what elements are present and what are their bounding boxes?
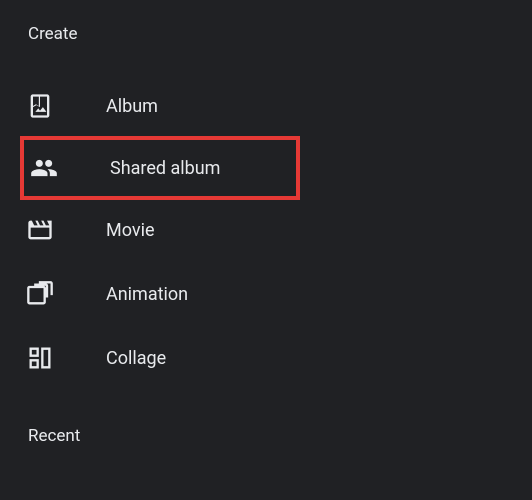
menu-label-movie: Movie [106,220,155,241]
menu-label-collage: Collage [106,348,166,369]
menu-item-animation[interactable]: Animation [24,262,532,326]
collage-icon [26,344,66,372]
recent-section-header: Recent [28,426,532,446]
menu-item-album[interactable]: Album [24,74,532,138]
menu-item-shared-album[interactable]: Shared album [20,136,300,200]
animation-icon [26,280,66,308]
menu-item-collage[interactable]: Collage [24,326,532,390]
create-section-header: Create [28,24,532,44]
movie-icon [26,216,66,244]
menu-label-animation: Animation [106,284,188,305]
menu-label-album: Album [106,96,158,117]
shared-album-icon [30,154,70,182]
menu-item-movie[interactable]: Movie [24,198,532,262]
album-icon [26,92,66,120]
menu-label-shared-album: Shared album [110,158,220,179]
